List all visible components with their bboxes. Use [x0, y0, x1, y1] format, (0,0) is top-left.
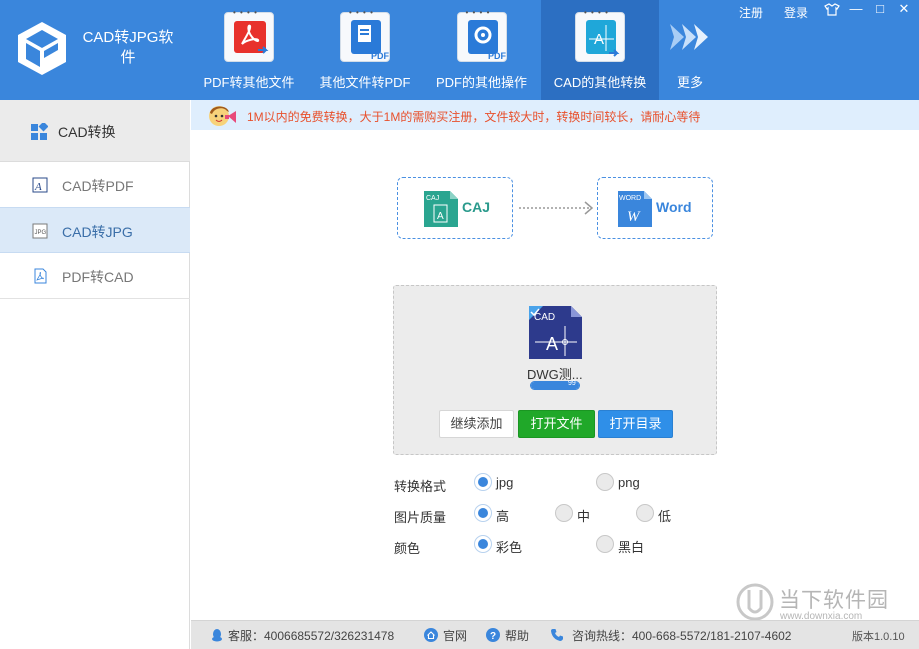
color-bw-label: 黑白: [618, 540, 645, 555]
website-link[interactable]: 官网: [443, 627, 467, 644]
svg-text:WORD: WORD: [619, 195, 641, 202]
nav-label: PDF转其他文件: [203, 75, 295, 90]
nav-more[interactable]: 更多: [668, 72, 712, 91]
format-jpg-radio[interactable]: [474, 473, 492, 491]
add-more-button[interactable]: 继续添加: [439, 410, 514, 438]
register-link[interactable]: 注册: [739, 4, 763, 21]
sidebar-item-cad-to-pdf[interactable]: A CAD转PDF: [0, 162, 190, 208]
sidebar-item-label: CAD转PDF: [62, 178, 134, 194]
conversion-target-label: Word: [656, 199, 692, 215]
svg-text:CAJ: CAJ: [426, 195, 439, 202]
conversion-source-label: CAJ: [462, 199, 491, 215]
open-file-button[interactable]: 打开文件: [518, 410, 595, 438]
svg-text:W: W: [627, 209, 641, 225]
sidebar: CAD转换 A CAD转PDF JPG CAD转JPG PDF转CAD: [0, 100, 190, 649]
maximize-button[interactable]: □: [869, 0, 891, 18]
nav-cad-other[interactable]: • • • • A CAD的其他转换: [541, 0, 659, 100]
penguin-icon: [212, 629, 222, 642]
support-text: 客服：4006685572/326231478: [228, 629, 395, 643]
cad-file-icon: A: [32, 177, 48, 193]
app-logo-icon: [18, 22, 66, 75]
quality-medium-label: 中: [577, 509, 591, 524]
svg-text:CAD: CAD: [534, 312, 555, 323]
open-directory-button[interactable]: 打开目录: [598, 410, 673, 438]
minimize-button[interactable]: —: [845, 0, 867, 18]
quality-low-label: 低: [658, 509, 672, 524]
shirt-icon[interactable]: [824, 3, 840, 16]
color-color-label: 彩色: [496, 540, 523, 555]
svg-text:?: ?: [490, 631, 496, 642]
close-button[interactable]: ✕: [893, 0, 915, 18]
quality-low-radio[interactable]: [636, 504, 654, 522]
sidebar-item-label: CAD转JPG: [62, 224, 133, 240]
svg-text:JPG: JPG: [35, 230, 47, 236]
quality-high-label: 高: [496, 509, 510, 524]
login-link[interactable]: 登录: [784, 4, 808, 21]
doc-to-pdf-icon: • • • • PDF: [340, 8, 390, 62]
nav-label: PDF的其他操作: [435, 75, 527, 90]
svg-text:A: A: [437, 211, 444, 222]
quality-label: 图片质量: [394, 510, 447, 525]
nav-label: 其他文件转PDF: [319, 75, 411, 90]
jpg-file-icon: JPG: [32, 223, 48, 239]
color-color-radio[interactable]: [474, 535, 492, 553]
quality-medium-radio[interactable]: [555, 504, 573, 522]
progress-label: 99: [568, 380, 576, 387]
pdf-gear-icon: • • • • PDF: [456, 8, 507, 62]
watermark-logo-icon: [736, 583, 774, 621]
pdf-file-icon: [34, 268, 47, 284]
format-png-label: png: [618, 475, 640, 490]
nav-pdf-other-ops[interactable]: • • • • PDF PDF的其他操作: [428, 0, 535, 100]
conversion-source: CAJ A CAJ: [397, 177, 513, 239]
cad-file-icon[interactable]: CAD A: [529, 306, 582, 359]
grid-blocks-icon: [31, 123, 48, 140]
conversion-target: WORD W Word: [597, 177, 713, 239]
svg-text:PDF: PDF: [488, 51, 507, 61]
word-file-icon: WORD W: [618, 191, 652, 227]
nav-other-to-pdf[interactable]: • • • • PDF 其他文件转PDF: [311, 0, 419, 100]
svg-text:A: A: [34, 181, 42, 193]
nav-pdf-to-other[interactable]: • • • • PDF转其他文件: [196, 0, 302, 100]
format-label: 转换格式: [394, 479, 447, 494]
version-label: 版本1.0.10: [852, 631, 905, 643]
format-jpg-label: jpg: [496, 475, 514, 490]
sidebar-header: CAD转换: [0, 100, 190, 162]
phone-icon: [551, 629, 563, 641]
help-icon: ?: [486, 628, 500, 642]
notice-text: 1M以内的免费转换，大于1M的需购买注册，文件较大时，转换时间较长，请耐心等待: [247, 110, 701, 124]
sidebar-item-label: PDF转CAD: [62, 269, 134, 285]
sidebar-item-pdf-to-cad[interactable]: PDF转CAD: [0, 253, 190, 299]
pdf-acrobat-icon: • • • •: [224, 8, 274, 62]
watermark-text: 当下软件园: [779, 589, 889, 612]
mascot-megaphone-icon: [209, 106, 236, 126]
color-label: 颜色: [394, 541, 421, 556]
dotted-arrow-icon: [519, 201, 594, 215]
help-link[interactable]: 帮助: [505, 627, 529, 644]
status-bar: 客服：4006685572/326231478 官网 ? 帮助 咨询热线：400…: [191, 620, 919, 649]
home-icon: [424, 628, 438, 642]
top-bar: CAD转JPG软件 • • • • PDF转其他文件 • • • • PDF 其…: [0, 0, 919, 100]
svg-text:PDF: PDF: [371, 51, 390, 61]
app-title: CAD转JPG软件: [82, 29, 174, 66]
cad-icon: • • • • A: [575, 8, 625, 62]
svg-text:A: A: [546, 334, 558, 354]
quality-high-radio[interactable]: [474, 504, 492, 522]
color-bw-radio[interactable]: [596, 535, 614, 553]
sidebar-item-cad-to-jpg[interactable]: JPG CAD转JPG: [0, 207, 190, 253]
notice-bar: 1M以内的免费转换，大于1M的需购买注册，文件较大时，转换时间较长，请耐心等待: [191, 100, 919, 130]
hotline-text: 咨询热线：400-668-5572/181-2107-4602: [572, 629, 792, 643]
format-png-radio[interactable]: [596, 473, 614, 491]
sidebar-header-label: CAD转换: [58, 124, 116, 140]
more-arrows-icon[interactable]: [668, 20, 712, 54]
nav-label: CAD的其他转换: [553, 75, 647, 90]
caj-file-icon: CAJ A: [424, 191, 458, 227]
